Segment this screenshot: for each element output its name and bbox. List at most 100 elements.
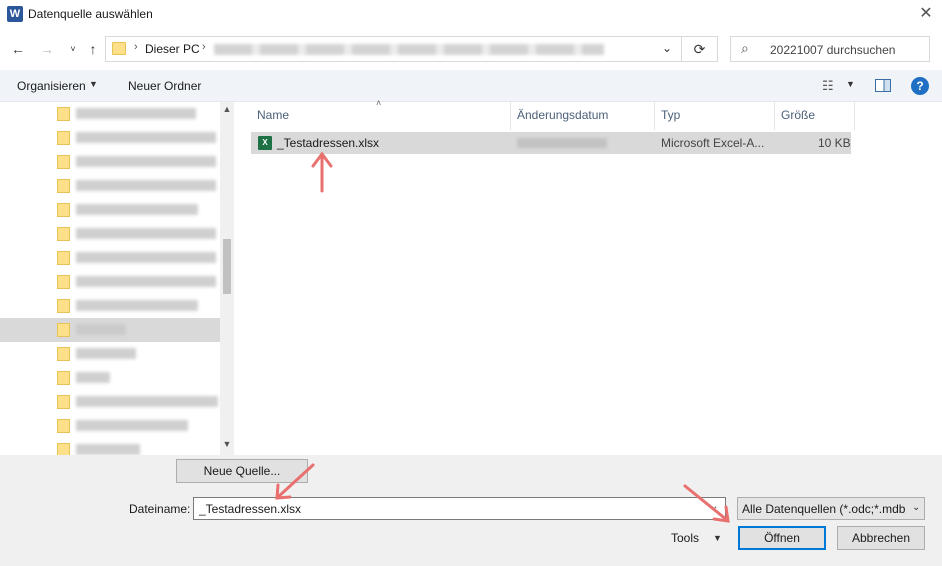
column-header-type[interactable]: Typ: [661, 106, 680, 132]
tree-folder-item[interactable]: [0, 270, 222, 294]
tools-dropdown-icon[interactable]: ▼: [713, 533, 722, 543]
organize-dropdown-icon[interactable]: ▼: [89, 79, 98, 89]
sort-ascending-icon: ˄: [376, 98, 382, 108]
tree-folder-item[interactable]: [0, 150, 222, 174]
breadcrumb-path-redacted: [214, 44, 604, 55]
folder-icon: [57, 395, 70, 409]
file-type-filter-value: Alle Datenquellen (*.odc;*.mdb: [742, 502, 906, 516]
open-button[interactable]: Öffnen: [738, 526, 826, 550]
title-bar: W Datenquelle auswählen ✕: [0, 0, 942, 30]
filename-value: _Testadressen.xlsx: [199, 502, 302, 516]
folder-icon: [57, 131, 70, 145]
tree-folder-label-redacted: [76, 348, 136, 359]
tree-folder-label-redacted: [76, 324, 126, 335]
column-header-date[interactable]: Änderungsdatum: [517, 106, 608, 132]
folder-icon: [57, 299, 70, 313]
column-header-size[interactable]: Größe: [781, 106, 815, 132]
search-icon: ⌕: [741, 40, 749, 56]
tree-folder-item[interactable]: [0, 222, 222, 246]
folder-icon: [57, 107, 70, 121]
tree-folder-label-redacted: [76, 372, 110, 383]
tree-folder-item[interactable]: [0, 414, 222, 438]
tree-folder-label-redacted: [76, 108, 196, 119]
breadcrumb-separator-icon[interactable]: ›: [202, 41, 206, 53]
dialog-footer: Neue Quelle... Dateiname: _Testadressen.…: [0, 455, 942, 566]
word-app-icon: W: [7, 6, 23, 22]
up-arrow-icon[interactable]: ↑: [83, 39, 103, 59]
command-toolbar: Organisieren ▼ Neuer Ordner ☷ ▼ ?: [0, 70, 942, 102]
tree-folder-label-redacted: [76, 252, 216, 263]
new-source-button[interactable]: Neue Quelle...: [176, 459, 308, 483]
tree-folder-label-redacted: [76, 420, 188, 431]
tree-folder-item[interactable]: [0, 294, 222, 318]
tree-folder-item-selected[interactable]: [0, 318, 222, 342]
tree-folder-item[interactable]: [0, 366, 222, 390]
breadcrumb-this-pc[interactable]: Dieser PC: [145, 42, 200, 56]
address-dropdown-chevron-icon[interactable]: ⌄: [662, 41, 672, 55]
file-type-filter-select[interactable]: Alle Datenquellen (*.odc;*.mdb ⌄: [737, 497, 925, 520]
folder-icon: [57, 347, 70, 361]
refresh-icon[interactable]: ⟳: [682, 36, 718, 62]
view-options-icon[interactable]: ☷: [822, 78, 834, 94]
tree-folder-label-redacted: [76, 300, 198, 311]
tree-scrollbar[interactable]: ▲ ▼: [220, 102, 234, 455]
tree-folder-item[interactable]: [0, 198, 222, 222]
file-date-redacted: [517, 138, 607, 148]
file-size: 10 KB: [818, 136, 851, 150]
organize-button[interactable]: Organisieren: [17, 79, 86, 93]
back-arrow-icon[interactable]: ←: [8, 39, 28, 59]
folder-icon: [57, 155, 70, 169]
column-header-name[interactable]: Name: [257, 106, 289, 132]
breadcrumb-separator-icon[interactable]: ›: [134, 41, 138, 53]
tree-folder-item[interactable]: [0, 342, 222, 366]
filename-dropdown-icon[interactable]: ⌄: [710, 501, 718, 512]
file-row-selected[interactable]: X _Testadressen.xlsx Microsoft Excel-A..…: [251, 132, 851, 154]
tree-folder-item[interactable]: [0, 174, 222, 198]
filename-input[interactable]: _Testadressen.xlsx ⌄: [193, 497, 726, 520]
forward-arrow-icon[interactable]: →: [37, 39, 57, 59]
tree-folder-label-redacted: [76, 156, 216, 167]
tree-folder-item[interactable]: [0, 390, 222, 414]
tree-folder-item[interactable]: [0, 126, 222, 150]
tree-folder-label-redacted: [76, 396, 218, 407]
tree-folder-item[interactable]: [0, 438, 222, 455]
navigation-tree: [0, 102, 234, 455]
help-icon[interactable]: ?: [911, 77, 929, 95]
folder-icon: [57, 419, 70, 433]
file-list: Name ˄ Änderungsdatum Typ Größe X _Testa…: [235, 98, 942, 455]
tree-folder-item[interactable]: [0, 102, 222, 126]
column-divider[interactable]: [854, 102, 855, 130]
filter-dropdown-icon: ⌄: [910, 502, 921, 513]
close-button[interactable]: ✕: [914, 3, 938, 25]
search-placeholder: 20221007 durchsuchen: [770, 43, 896, 57]
folder-icon: [57, 371, 70, 385]
folder-icon: [112, 42, 126, 55]
tree-folder-item[interactable]: [0, 246, 222, 270]
folder-icon: [57, 203, 70, 217]
file-type: Microsoft Excel-A...: [661, 136, 765, 150]
folder-icon: [57, 227, 70, 241]
recent-locations-chevron-icon[interactable]: ˅: [63, 39, 83, 59]
tree-folder-label-redacted: [76, 204, 198, 215]
column-divider[interactable]: [774, 102, 775, 130]
preview-pane-icon[interactable]: [875, 79, 891, 92]
search-input[interactable]: ⌕ 20221007 durchsuchen: [730, 36, 930, 62]
scroll-up-icon[interactable]: ▲: [220, 104, 234, 114]
view-dropdown-icon[interactable]: ▼: [846, 79, 855, 89]
tree-folder-label-redacted: [76, 132, 216, 143]
tools-button[interactable]: Tools: [671, 531, 699, 545]
cancel-button[interactable]: Abbrechen: [837, 526, 925, 550]
file-name: _Testadressen.xlsx: [277, 136, 380, 150]
folder-icon: [57, 251, 70, 265]
window-title: Datenquelle auswählen: [28, 7, 153, 21]
scrollbar-thumb[interactable]: [223, 239, 231, 294]
scroll-down-icon[interactable]: ▼: [220, 439, 234, 449]
new-folder-button[interactable]: Neuer Ordner: [128, 79, 201, 93]
filename-label: Dateiname:: [129, 502, 191, 516]
excel-file-icon: X: [258, 136, 272, 150]
folder-icon: [57, 275, 70, 289]
column-divider[interactable]: [654, 102, 655, 130]
column-divider[interactable]: [510, 102, 511, 130]
tree-folder-label-redacted: [76, 180, 216, 191]
address-bar[interactable]: › Dieser PC › ⌄: [105, 36, 682, 62]
